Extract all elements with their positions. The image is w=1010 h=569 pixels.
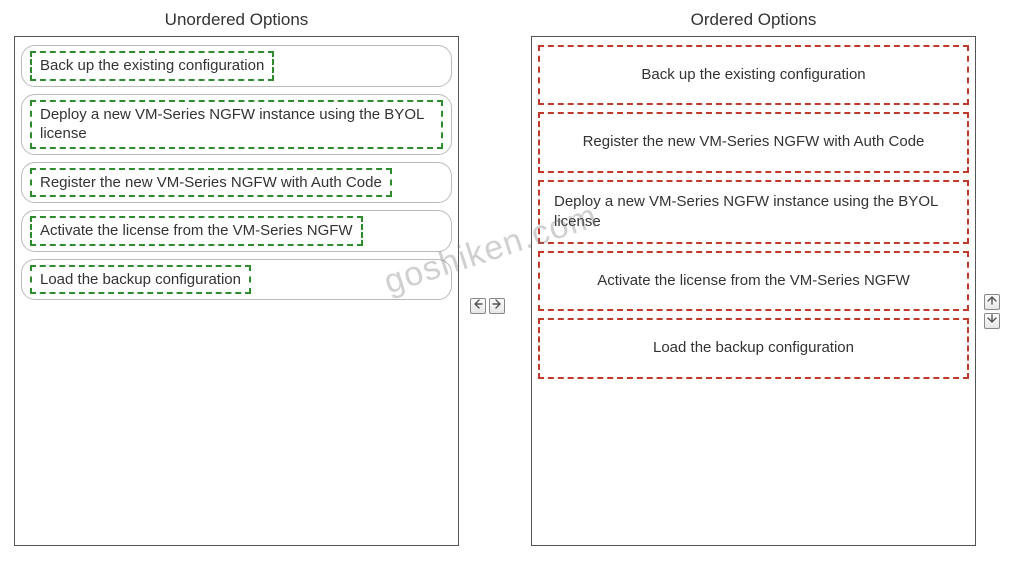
ordered-heading: Ordered Options <box>691 10 817 30</box>
unordered-item[interactable]: Activate the license from the VM-Series … <box>21 210 452 252</box>
arrow-right-icon <box>492 299 502 313</box>
ordered-item-label: Load the backup configuration <box>653 338 854 358</box>
move-right-button[interactable] <box>489 298 505 314</box>
unordered-item-label: Deploy a new VM-Series NGFW instance usi… <box>30 100 443 149</box>
unordered-item[interactable]: Deploy a new VM-Series NGFW instance usi… <box>21 94 452 155</box>
ordered-item[interactable]: Back up the existing configuration <box>538 45 969 105</box>
unordered-item-label: Register the new VM-Series NGFW with Aut… <box>30 168 392 198</box>
move-up-button[interactable] <box>984 294 1000 310</box>
move-down-button[interactable] <box>984 313 1000 329</box>
ordered-panel: Back up the existing configuration Regis… <box>531 36 976 546</box>
move-left-right-controls <box>470 298 505 314</box>
unordered-item-label: Back up the existing configuration <box>30 51 274 81</box>
unordered-item[interactable]: Load the backup configuration <box>21 259 452 301</box>
ordered-item[interactable]: Load the backup configuration <box>538 318 969 378</box>
unordered-column: Unordered Options Back up the existing c… <box>14 10 459 546</box>
ordered-item-label: Deploy a new VM-Series NGFW instance usi… <box>554 192 953 233</box>
ordered-item-label: Activate the license from the VM-Series … <box>597 271 910 291</box>
ordered-item[interactable]: Deploy a new VM-Series NGFW instance usi… <box>538 180 969 245</box>
arrow-up-icon <box>987 295 997 309</box>
ordered-item[interactable]: Activate the license from the VM-Series … <box>538 251 969 311</box>
unordered-item-label: Activate the license from the VM-Series … <box>30 216 363 246</box>
unordered-panel: Back up the existing configuration Deplo… <box>14 36 459 546</box>
unordered-item-label: Load the backup configuration <box>30 265 251 295</box>
move-left-button[interactable] <box>470 298 486 314</box>
ordered-column: Ordered Options Back up the existing con… <box>531 10 976 546</box>
move-up-down-controls <box>984 294 1000 329</box>
arrow-down-icon <box>987 314 997 328</box>
ordered-item-label: Back up the existing configuration <box>641 65 865 85</box>
unordered-item[interactable]: Back up the existing configuration <box>21 45 452 87</box>
ordered-item[interactable]: Register the new VM-Series NGFW with Aut… <box>538 112 969 172</box>
arrow-left-icon <box>473 299 483 313</box>
ordered-item-label: Register the new VM-Series NGFW with Aut… <box>583 132 925 152</box>
unordered-item[interactable]: Register the new VM-Series NGFW with Aut… <box>21 162 452 204</box>
unordered-heading: Unordered Options <box>165 10 309 30</box>
main-container: Unordered Options Back up the existing c… <box>0 0 1010 556</box>
